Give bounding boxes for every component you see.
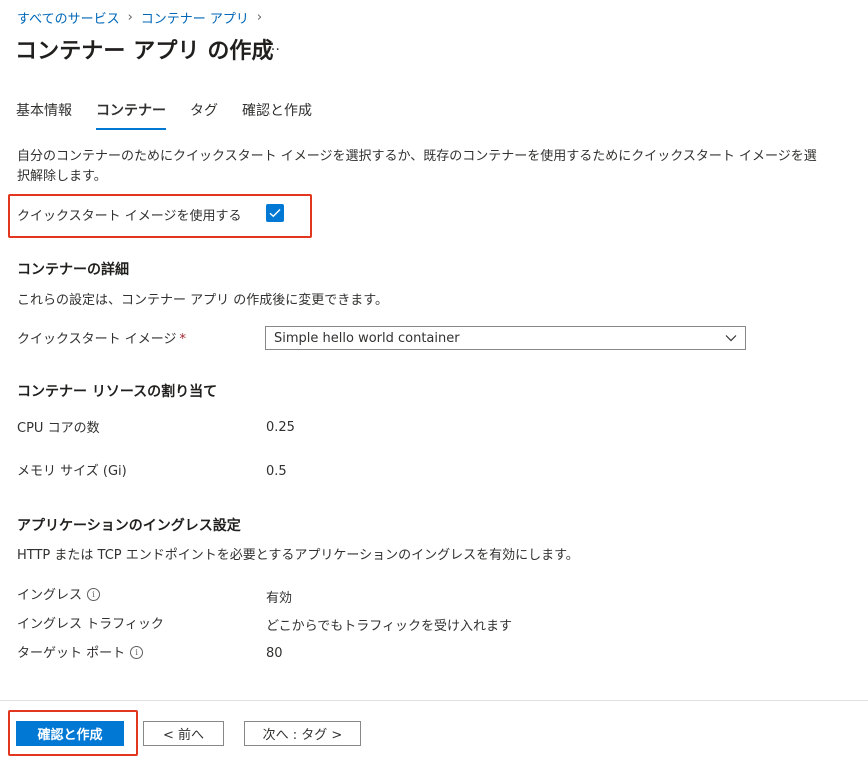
container-details-description: これらの設定は、コンテナー アプリ の作成後に変更できます。 — [17, 293, 388, 308]
info-icon[interactable]: i — [87, 588, 101, 601]
previous-button[interactable]: < 前へ — [143, 721, 224, 746]
breadcrumb-container-apps[interactable]: コンテナー アプリ — [141, 8, 249, 27]
container-details-heading: コンテナーの詳細 — [17, 262, 129, 278]
tab-review-create[interactable]: 確認と作成 — [242, 100, 312, 130]
info-icon[interactable]: i — [130, 646, 144, 659]
required-marker: * — [179, 332, 186, 347]
breadcrumb: すべてのサービス › コンテナー アプリ › — [17, 8, 262, 27]
ingress-traffic-label: イングレス トラフィック — [17, 617, 164, 632]
tab-bar: 基本情報 コンテナー タグ 確認と作成 — [16, 100, 312, 130]
intro-text: 自分のコンテナーのためにクイックスタート イメージを選択するか、既存のコンテナー… — [17, 149, 817, 184]
previous-button-label: < 前へ — [162, 728, 205, 743]
target-port-label: ターゲット ポート i — [17, 642, 144, 661]
resources-heading: コンテナー リソースの割り当て — [17, 384, 218, 400]
footer-divider — [0, 700, 868, 701]
review-create-button[interactable]: 確認と作成 — [16, 721, 124, 746]
quickstart-image-label-text: クイックスタート イメージ — [17, 332, 177, 347]
tab-basics[interactable]: 基本情報 — [16, 100, 72, 130]
target-port-value: 80 — [266, 646, 283, 661]
cpu-label: CPU コアの数 — [17, 421, 100, 436]
checkmark-icon — [269, 209, 281, 218]
ingress-description: HTTP または TCP エンドポイントを必要とするアプリケーションのイングレス… — [17, 548, 579, 563]
ingress-label-text: イングレス — [17, 588, 83, 603]
next-tags-button-label: 次へ : タグ > — [262, 728, 343, 743]
quickstart-image-select[interactable]: Simple hello world container — [265, 326, 746, 350]
review-create-button-label: 確認と作成 — [37, 728, 103, 743]
quickstart-image-value: Simple hello world container — [274, 330, 460, 346]
page-title: コンテナー アプリ の作成 — [15, 39, 274, 64]
quickstart-image-label: クイックスタート イメージ * — [17, 328, 186, 347]
ingress-heading: アプリケーションのイングレス設定 — [17, 518, 241, 534]
quickstart-checkbox[interactable] — [266, 204, 284, 222]
chevron-right-icon: › — [127, 10, 133, 25]
memory-value: 0.5 — [266, 464, 287, 479]
ingress-traffic-value: どこからでもトラフィックを受け入れます — [266, 619, 512, 634]
cpu-value: 0.25 — [266, 420, 295, 435]
ingress-value: 有効 — [266, 591, 293, 606]
tab-tags[interactable]: タグ — [190, 100, 218, 130]
breadcrumb-all-services[interactable]: すべてのサービス — [17, 8, 120, 27]
quickstart-checkbox-label: クイックスタート イメージを使用する — [17, 209, 242, 224]
ingress-label: イングレス i — [17, 584, 101, 603]
target-port-label-text: ターゲット ポート — [17, 646, 126, 661]
more-options-icon[interactable]: … — [266, 38, 280, 54]
tab-container[interactable]: コンテナー — [96, 100, 166, 130]
memory-label: メモリ サイズ (Gi) — [17, 464, 127, 479]
chevron-right-icon: › — [256, 10, 263, 25]
next-tags-button[interactable]: 次へ : タグ > — [244, 721, 361, 746]
chevron-down-icon — [725, 334, 737, 342]
